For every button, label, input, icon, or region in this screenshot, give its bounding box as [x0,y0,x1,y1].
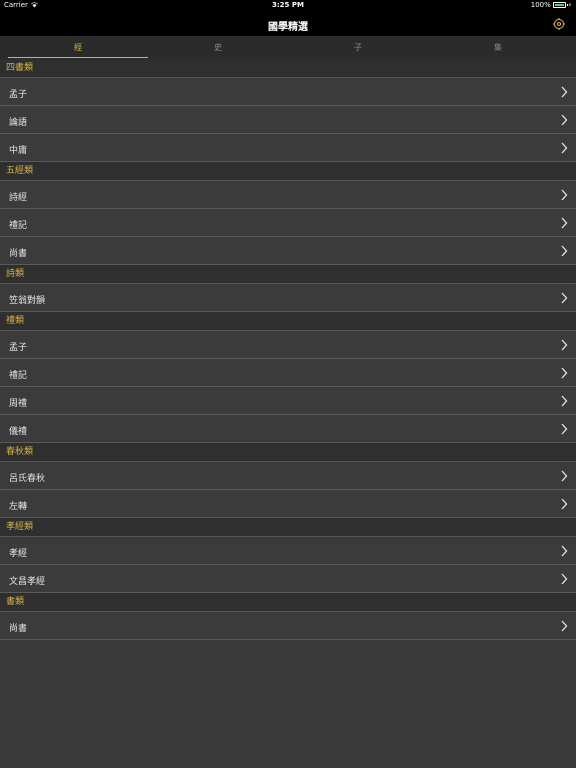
list-item-label: 詩經 [9,193,28,203]
list-item-label: 尚書 [9,249,28,259]
tab-zi[interactable]: 子 [288,36,428,59]
list-item-label: 禮記 [9,221,28,231]
battery-icon [552,2,568,8]
chevron-right-icon [561,620,568,632]
book-list: 四書類 孟子 論語 中庸 五經類 詩經 禮記 尚書 詩類 笠翁對韻 禮類 孟子 … [0,59,576,640]
chevron-right-icon [561,142,568,154]
chevron-right-icon [561,114,568,126]
chevron-right-icon [561,423,568,435]
list-item-label: 左轉 [9,502,28,512]
list-item-label: 中庸 [9,146,28,156]
list-item-label: 儀禮 [9,427,28,437]
list-item[interactable]: 詩經 [0,181,576,209]
page-title: 國學精選 [268,22,308,33]
chevron-right-icon [561,339,568,351]
list-item[interactable]: 論語 [0,106,576,134]
segment-tabs: 經 史 子 集 [0,36,576,59]
list-item[interactable]: 孟子 [0,331,576,359]
tab-ji[interactable]: 集 [428,36,568,59]
settings-gear-icon[interactable] [552,17,566,31]
section-header: 孝經類 [0,518,576,537]
list-item[interactable]: 周禮 [0,387,576,415]
chevron-right-icon [561,217,568,229]
battery-percent: 100% [530,1,551,9]
list-item-label: 文昌孝經 [9,577,46,587]
list-item[interactable]: 左轉 [0,490,576,518]
chevron-right-icon [561,367,568,379]
section-header: 五經類 [0,162,576,181]
list-item-label: 孟子 [9,90,28,100]
chevron-right-icon [561,189,568,201]
list-item-label: 笠翁對韻 [9,296,46,306]
list-item[interactable]: 禮記 [0,209,576,237]
list-item[interactable]: 笠翁對韻 [0,284,576,312]
chevron-right-icon [561,498,568,510]
list-item-label: 論語 [9,118,28,128]
list-item-label: 尚書 [9,624,28,634]
list-item[interactable]: 孟子 [0,78,576,106]
list-item[interactable]: 禮記 [0,359,576,387]
list-item-label: 孝經 [9,549,28,559]
chevron-right-icon [561,292,568,304]
section-header: 春秋類 [0,443,576,462]
chevron-right-icon [561,545,568,557]
charging-icon: ⚡ [567,1,572,9]
chevron-right-icon [561,86,568,98]
status-time: 3:25 PM [272,1,304,9]
list-item[interactable]: 呂氏春秋 [0,462,576,490]
navigation-bar: 國學精選 [0,12,576,36]
chevron-right-icon [561,470,568,482]
chevron-right-icon [561,573,568,585]
tab-jing[interactable]: 經 [8,36,148,59]
chevron-right-icon [561,395,568,407]
list-item[interactable]: 孝經 [0,537,576,565]
list-item[interactable]: 儀禮 [0,415,576,443]
list-item-label: 周禮 [9,399,28,409]
list-item[interactable]: 文昌孝經 [0,565,576,593]
section-header: 四書類 [0,59,576,78]
section-header: 禮類 [0,312,576,331]
list-item-label: 禮記 [9,371,28,381]
list-item[interactable]: 尚書 [0,612,576,640]
list-item-label: 呂氏春秋 [9,474,46,484]
section-header: 書類 [0,593,576,612]
status-right: 100% ⚡ [531,1,572,9]
list-item[interactable]: 中庸 [0,134,576,162]
tab-shi[interactable]: 史 [148,36,288,59]
list-item-label: 孟子 [9,343,28,353]
status-bar: Carrier 3:25 PM 100% ⚡ [0,0,576,12]
list-item[interactable]: 尚書 [0,237,576,265]
section-header: 詩類 [0,265,576,284]
chevron-right-icon [561,245,568,257]
